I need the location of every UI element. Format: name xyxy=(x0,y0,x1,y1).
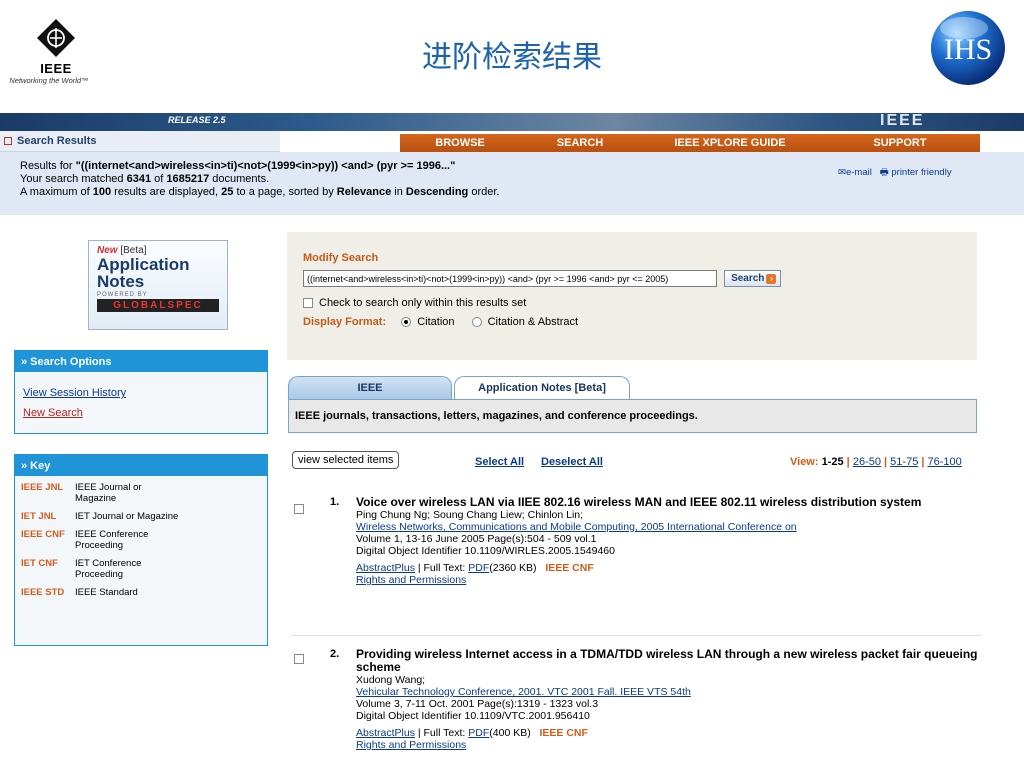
key-row: IET CNF IET Conference Proceeding xyxy=(21,558,142,580)
page-link[interactable]: 76-100 xyxy=(928,456,962,468)
result-volume: Volume 1, 13-16 June 2005 Page(s):504 - … xyxy=(356,533,597,545)
result-volume: Volume 3, 7-11 Oct. 2001 Page(s):1319 - … xyxy=(356,698,599,710)
slide-title: 进阶检索结果 xyxy=(422,40,602,75)
format-citation-radio[interactable] xyxy=(401,317,412,328)
within-results-label: Check to search only within this results… xyxy=(319,297,527,309)
abstract-link[interactable]: AbstractPlus xyxy=(356,727,415,739)
format-citation-label: Citation xyxy=(417,316,455,328)
pdf-size: (2360 KB) xyxy=(489,562,537,574)
page-link[interactable]: 51-75 xyxy=(890,456,918,468)
nav-browse[interactable]: BROWSE xyxy=(400,134,520,152)
search-button[interactable]: Search › xyxy=(724,270,782,287)
release-label: RELEASE 2.5 xyxy=(168,115,226,125)
key-row: IEEE JNL IEEE Journal or Magazine xyxy=(21,482,142,504)
tab-ieee[interactable]: IEEE xyxy=(288,376,452,399)
pagination: View: 1-25 | 26-50 | 51-75 | 76-100 xyxy=(790,456,962,468)
ihs-logo: IHS xyxy=(928,8,1008,88)
result-type-badge: IEEE CNF xyxy=(539,727,588,739)
abstract-link[interactable]: AbstractPlus xyxy=(356,562,415,574)
ieee-tagline: Networking the World™ xyxy=(9,76,89,85)
tab-description: IEEE journals, transactions, letters, ma… xyxy=(288,399,977,433)
format-abstract-label: Citation & Abstract xyxy=(487,316,579,328)
search-options-panel: View Session History New Search xyxy=(14,372,268,434)
results-info: Results for "((internet<and>wireless<in>… xyxy=(0,152,1024,215)
result-title: Voice over wireless LAN via IIEE 802.16 … xyxy=(356,495,922,509)
display-format-label: Display Format: xyxy=(303,316,387,328)
release-banner: RELEASE 2.5 IEEE xyxy=(0,112,1024,131)
result-number: 2. xyxy=(330,648,340,660)
result-type-badge: IEEE CNF xyxy=(545,562,594,574)
within-results-checkbox[interactable] xyxy=(303,298,313,309)
square-icon xyxy=(4,137,12,145)
new-search-link[interactable]: New Search xyxy=(23,407,83,419)
result-venue-link[interactable]: Vehicular Technology Conference, 2001. V… xyxy=(356,686,691,698)
tab-application-notes[interactable]: Application Notes [Beta] xyxy=(454,376,630,400)
nav-support[interactable]: SUPPORT xyxy=(820,134,980,152)
appnotes-title-2: Notes xyxy=(97,272,145,291)
globalspec-logo: GLOBALSPEC xyxy=(97,299,219,312)
result-checkbox[interactable] xyxy=(294,504,304,514)
printer-link[interactable]: 🖶 printer friendly xyxy=(880,167,952,178)
appnotes-title-1: Application xyxy=(97,255,190,274)
result-authors: Ping Chung Ng; Soung Chang Liew; Chinlon… xyxy=(356,509,584,521)
nav-search[interactable]: SEARCH xyxy=(520,134,640,152)
format-abstract-radio[interactable] xyxy=(471,317,482,328)
pdf-size: (400 KB) xyxy=(489,727,531,739)
modify-search-title: Modify Search xyxy=(303,252,379,264)
powered-by: POWERED BY xyxy=(97,292,148,298)
rights-link[interactable]: Rights and Permissions xyxy=(356,739,466,751)
pdf-link[interactable]: PDF xyxy=(468,727,489,739)
view-selected-button[interactable]: view selected items xyxy=(292,451,400,469)
modify-search-panel: Modify Search Search› Check to search on… xyxy=(287,232,977,360)
result-number: 1. xyxy=(330,496,340,508)
search-options-header: » Search Options xyxy=(14,350,268,374)
ihs-logo-text: IHS xyxy=(944,33,992,66)
query-input[interactable] xyxy=(303,270,717,287)
rights-link[interactable]: Rights and Permissions xyxy=(356,574,466,586)
printer-icon: 🖶 xyxy=(879,167,889,178)
key-row: IET JNL IET Journal or Magazine xyxy=(21,511,179,522)
result-item: 1. Voice over wireless LAN via IIEE 802.… xyxy=(292,496,982,636)
view-session-history-link[interactable]: View Session History xyxy=(23,387,126,399)
page-current: 1-25 xyxy=(821,456,844,468)
deselect-all-link[interactable]: Deselect All xyxy=(541,456,603,468)
share-links: ✉e-mail 🖶 printer friendly xyxy=(838,165,952,181)
search-results-header: Search Results xyxy=(0,131,280,152)
select-all-link[interactable]: Select All xyxy=(475,456,524,468)
arrow-right-icon: › xyxy=(766,274,777,284)
ieee-wordmark: IEEE xyxy=(880,112,925,129)
key-row: IEEE CNF IEEE Conference Proceeding xyxy=(21,529,149,551)
email-link[interactable]: ✉e-mail xyxy=(838,167,872,178)
result-checkbox[interactable] xyxy=(294,654,304,664)
section-title: Search Results xyxy=(17,135,97,147)
result-authors: Xudong Wang; xyxy=(356,674,426,686)
result-doi: Digital Object Identifier 10.1109/WIRLES… xyxy=(356,545,615,557)
key-row: IEEE STD IEEE Standard xyxy=(21,587,138,598)
appnotes-promo[interactable]: New [Beta] Application Notes POWERED BY … xyxy=(88,240,228,330)
pdf-link[interactable]: PDF xyxy=(468,562,489,574)
nav-xplore-guide[interactable]: IEEE XPLORE GUIDE xyxy=(640,134,820,152)
page-link[interactable]: 26-50 xyxy=(853,456,881,468)
key-panel: IEEE JNL IEEE Journal or Magazine IET JNL… xyxy=(14,476,268,646)
main-nav: BROWSE SEARCH IEEE XPLORE GUIDE SUPPORT xyxy=(400,134,980,152)
query-text: "((internet<and>wireless<in>ti)<not>(199… xyxy=(75,160,456,172)
result-title: Providing wireless Internet access in a … xyxy=(356,647,978,674)
key-header: » Key xyxy=(14,454,268,478)
result-item: 2. Providing wireless Internet access in… xyxy=(292,648,982,768)
results-display-line: A maximum of 100 results are displayed, … xyxy=(20,186,500,198)
result-venue-link[interactable]: Wireless Networks, Communications and Mo… xyxy=(356,521,797,533)
result-doi: Digital Object Identifier 10.1109/VTC.20… xyxy=(356,710,590,722)
envelope-icon: ✉ xyxy=(838,167,846,178)
